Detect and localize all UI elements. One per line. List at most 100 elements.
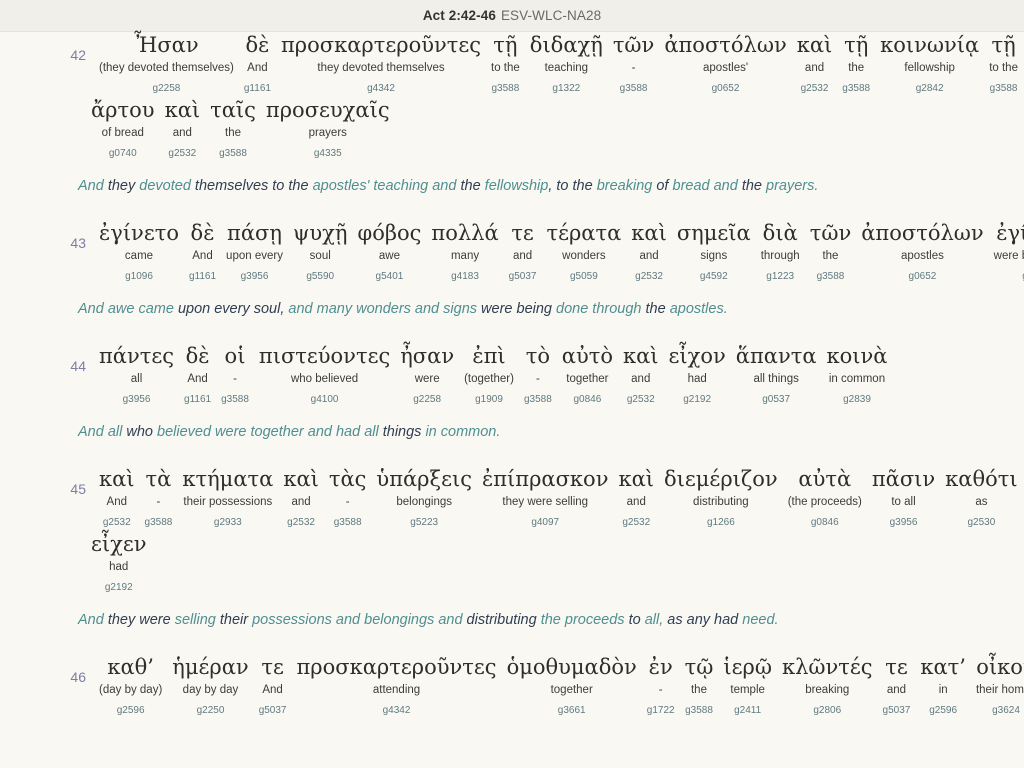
greek-word[interactable]: τῇ (991, 32, 1015, 58)
strongs-number[interactable]: g2532 (635, 268, 663, 285)
greek-word[interactable]: πάντες (99, 343, 174, 369)
greek-word[interactable]: τὰ (146, 466, 172, 492)
strongs-number[interactable]: g5401 (376, 268, 404, 285)
greek-word[interactable]: κοινὰ (827, 343, 888, 369)
greek-word[interactable]: προσευχαῖς (266, 97, 390, 123)
greek-word[interactable]: τῷ (685, 654, 714, 680)
greek-word[interactable]: εἶχον (669, 343, 726, 369)
strongs-number[interactable]: g2250 (197, 702, 225, 719)
strongs-number[interactable]: g2411 (734, 702, 761, 719)
word-column[interactable]: καὶ and g2532 (792, 32, 838, 97)
word-column[interactable]: προσκαρτεροῦντες they devoted themselves g… (276, 32, 486, 97)
strongs-number[interactable]: g3588 (620, 80, 648, 97)
strongs-number[interactable]: g4100 (311, 391, 339, 408)
word-column[interactable]: ἅπαντα all things g0537 (731, 343, 822, 408)
strongs-number[interactable]: g3588 (145, 514, 173, 531)
greek-word[interactable]: ἐγίνετο (99, 220, 179, 246)
greek-word[interactable]: διδαχῇ (530, 32, 603, 58)
strongs-number[interactable]: g3588 (492, 80, 520, 97)
word-column[interactable]: ἐγίνετο came g1096 (94, 220, 184, 285)
strongs-number[interactable]: g0652 (712, 80, 740, 97)
word-column[interactable]: καὶ and g2532 (613, 466, 659, 531)
greek-word[interactable]: καὶ (631, 220, 667, 246)
greek-word[interactable]: κοινωνίᾳ (880, 32, 979, 58)
greek-word[interactable]: δὲ (191, 220, 215, 246)
greek-word[interactable]: αὐτὸ (562, 343, 613, 369)
greek-word[interactable]: καὶ (623, 343, 659, 369)
strongs-number[interactable]: g1096 (125, 268, 153, 285)
strongs-number[interactable]: g2258 (413, 391, 441, 408)
word-column[interactable]: καθ’ (day by day) g2596 (94, 654, 167, 719)
greek-word[interactable]: ἦσαν (400, 343, 454, 369)
word-column[interactable]: ἡμέραν day by day g2250 (167, 654, 253, 719)
word-column[interactable]: καὶ and g2532 (160, 97, 206, 162)
greek-word[interactable]: διὰ (763, 220, 798, 246)
word-column[interactable]: ἐν - g1722 (642, 654, 680, 719)
greek-word[interactable]: τε (261, 654, 284, 680)
greek-word[interactable]: ὁμοθυμαδὸν (507, 654, 637, 680)
greek-word[interactable]: ἅπαντα (736, 343, 817, 369)
greek-word[interactable]: οἶκον (976, 654, 1024, 680)
strongs-number[interactable]: g0537 (762, 391, 790, 408)
strongs-number[interactable]: g2192 (105, 579, 133, 596)
word-column[interactable]: προσευχαῖς prayers g4335 (261, 97, 395, 162)
verse-number[interactable]: 46 (64, 669, 86, 719)
greek-word[interactable]: καὶ (797, 32, 833, 58)
greek-word[interactable]: καθότι (945, 466, 1017, 492)
greek-word[interactable]: τῶν (810, 220, 852, 246)
word-column[interactable]: τῷ the g3588 (680, 654, 719, 719)
greek-word[interactable]: ἡμέραν (172, 654, 248, 680)
greek-word[interactable]: ἐγίνετο (996, 220, 1024, 246)
strongs-number[interactable]: g3588 (817, 268, 845, 285)
greek-word[interactable]: ἄρτου (91, 97, 155, 123)
strongs-number[interactable]: g5590 (306, 268, 334, 285)
strongs-number[interactable]: g3588 (219, 145, 247, 162)
greek-word[interactable]: προσκαρτεροῦντες (281, 32, 481, 58)
strongs-number[interactable]: g1266 (707, 514, 735, 531)
greek-word[interactable]: φόβος (358, 220, 422, 246)
word-column[interactable]: προσκαρτεροῦντες attending g4342 (292, 654, 502, 719)
word-column[interactable]: κοινὰ in common g2839 (822, 343, 893, 408)
greek-word[interactable]: οἱ (225, 343, 246, 369)
greek-word[interactable]: κτήματα (182, 466, 273, 492)
word-column[interactable]: αὐτὰ (the proceeds) g0846 (783, 466, 867, 531)
strongs-number[interactable]: g1223 (766, 268, 794, 285)
word-column[interactable]: Ἦσαν (they devoted themselves) g2258 (94, 32, 239, 97)
greek-word[interactable]: κατ’ (920, 654, 966, 680)
word-column[interactable]: ὑπάρξεις belongings g5223 (371, 466, 477, 531)
word-column[interactable]: διδαχῇ teaching g1322 (525, 32, 608, 97)
greek-word[interactable]: καὶ (99, 466, 135, 492)
strongs-number[interactable]: g2532 (627, 391, 655, 408)
word-column[interactable]: οἱ - g3588 (216, 343, 254, 408)
word-column[interactable]: καὶ and g2532 (626, 220, 672, 285)
word-column[interactable]: ἀποστόλων apostles' g0652 (659, 32, 791, 97)
strongs-number[interactable]: g0846 (573, 391, 601, 408)
strongs-number[interactable]: g3624 (992, 702, 1020, 719)
word-column[interactable]: ἐπίπρασκον they were selling g4097 (477, 466, 614, 531)
greek-word[interactable]: αὐτὰ (798, 466, 851, 492)
word-column[interactable]: κτήματα their possessions g2933 (177, 466, 278, 531)
word-column[interactable]: κοινωνίᾳ fellowship g2842 (875, 32, 984, 97)
word-column[interactable]: διὰ through g1223 (756, 220, 805, 285)
greek-word[interactable]: ὑπάρξεις (376, 466, 472, 492)
greek-word[interactable]: ἀποστόλων (664, 32, 786, 58)
strongs-number[interactable]: g0740 (109, 145, 137, 162)
greek-word[interactable]: ἱερῷ (723, 654, 772, 680)
strongs-number[interactable]: g5223 (410, 514, 438, 531)
strongs-number[interactable]: g1322 (552, 80, 580, 97)
greek-word[interactable]: τῇ (493, 32, 517, 58)
strongs-number[interactable]: g2532 (103, 514, 131, 531)
word-column[interactable]: ἦσαν were g2258 (395, 343, 459, 408)
strongs-number[interactable]: g2839 (843, 391, 871, 408)
word-column[interactable]: πᾶσιν to all g3956 (867, 466, 940, 531)
word-column[interactable]: εἶχεν had g2192 (86, 531, 151, 596)
strongs-number[interactable]: g3956 (890, 514, 918, 531)
strongs-number[interactable]: g2532 (801, 80, 829, 97)
strongs-number[interactable]: g2192 (683, 391, 711, 408)
strongs-number[interactable]: g2596 (117, 702, 145, 719)
word-column[interactable]: τὸ - g3588 (519, 343, 557, 408)
word-column[interactable]: ψυχῇ soul g5590 (288, 220, 353, 285)
verse-number[interactable]: 45 (64, 481, 86, 531)
strongs-number[interactable]: g3956 (123, 391, 151, 408)
strongs-number[interactable]: g2530 (967, 514, 995, 531)
